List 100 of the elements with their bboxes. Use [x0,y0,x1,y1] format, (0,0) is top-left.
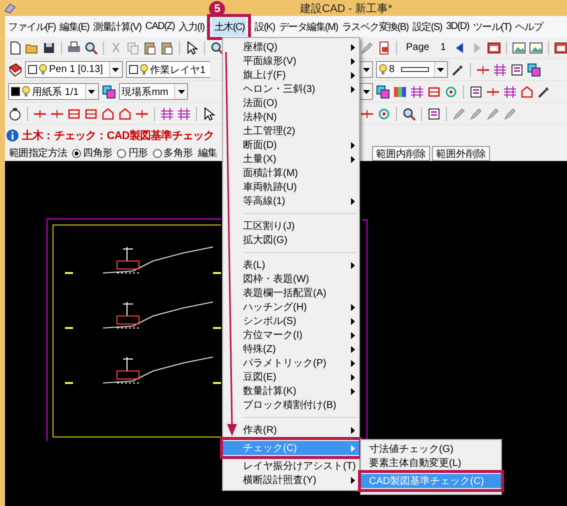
book-icon[interactable] [8,62,22,76]
menu-item[interactable]: ハッチング(H) [223,300,359,314]
menu-bar-item[interactable]: 編集(E) [58,18,92,36]
dropdown-arrow-button[interactable] [360,61,373,78]
save-icon[interactable] [42,40,56,54]
menu-item[interactable]: 面積計算(M) [223,166,359,180]
grid-icon[interactable] [410,84,424,98]
layers-icon[interactable] [526,62,541,76]
menu-bar-item[interactable]: 設定(S) [410,18,444,36]
menu-item[interactable]: 要素主体自動変更(L) [361,456,501,470]
menu-item[interactable]: 数量計算(K) [223,384,359,398]
menu-item[interactable]: シンボル(S) [223,314,359,328]
page-label: Page [406,42,430,53]
menu-item[interactable]: 土量(X) [223,152,359,166]
square-icon [28,65,37,74]
layer-dropdown[interactable]: 作業レイヤ1 [126,61,210,78]
menu-item[interactable]: 特殊(Z) [223,342,359,356]
grid-icon[interactable] [177,106,191,120]
line-width-dropdown[interactable]: 8 [376,61,448,78]
radio-option[interactable]: 円形 [117,146,148,160]
menu-item[interactable]: 方位マーク(I) [223,328,359,342]
menu-item[interactable]: 断面(D) [223,138,359,152]
menu-item[interactable]: 横断設計照査(Y) [223,473,359,487]
circle-tool-icon[interactable] [444,84,458,98]
caret-icon [363,68,370,72]
menu-item[interactable]: レイヤ振分けアシスト(T) [223,459,359,473]
menu-item[interactable]: 図枠・表題(W) [223,272,359,286]
menu-item[interactable]: ブロック積割付け(B) [223,398,359,412]
menu-item[interactable]: 法枠(N) [223,110,359,124]
cursor-icon[interactable] [185,40,199,54]
range-delete-button[interactable]: 範囲内削除 [372,146,430,160]
pentagon-tool-icon[interactable] [520,84,534,98]
menu-item[interactable]: 表(L) [223,258,359,272]
menu-bar-item[interactable]: ラスベク変換(B) [340,18,410,36]
menu-item[interactable]: 作表(R) [223,423,359,437]
picture-frame-icon[interactable] [528,40,543,54]
menu-item[interactable]: 平面線形(V) [223,54,359,68]
menu-item[interactable]: 寸法値チェック(G) [361,442,501,456]
window-icon[interactable] [486,40,501,54]
new-file-icon[interactable] [8,40,22,54]
menu-item[interactable]: 工区割り(J) [223,219,359,233]
menu-item[interactable]: 座標(Q) [223,40,359,54]
menu-item[interactable]: 等高線(1) [223,194,359,208]
menu-item[interactable]: 法面(O) [223,96,359,110]
menu-item[interactable]: ヘロン・三斜(3) [223,82,359,96]
stamp-icon[interactable] [510,62,524,76]
range-method-label: 範囲指定方法 [9,146,68,160]
grid-icon[interactable] [503,84,517,98]
menu-item[interactable]: 豆図(E) [223,370,359,384]
radio-option[interactable]: 四角形 [72,146,112,160]
magnifier-icon[interactable] [402,106,416,120]
window-title: 建設CAD - 新工事* [300,2,392,16]
clipboard-icon[interactable] [160,40,174,54]
grid-icon[interactable] [492,62,507,76]
menu-item[interactable]: 旗上げ(F) [223,68,359,82]
magnifier-icon[interactable] [210,40,222,54]
document-icon[interactable] [377,40,391,54]
paper-dropdown[interactable]: 用紙系 1/1 [8,83,99,100]
menu-bar-item[interactable]: データ編集(M) [276,18,340,36]
magnifier-icon[interactable] [84,40,98,54]
window-icon[interactable] [554,40,567,54]
pipette-icon[interactable] [537,84,551,98]
pen-dropdown[interactable]: Pen 1 [0.13] [25,61,123,78]
grid-icon[interactable] [160,106,174,120]
units-dropdown[interactable]: 現場系mm [118,83,188,100]
pentagon-tool-icon[interactable] [101,106,115,120]
menu-bar-item[interactable]: ヘルプ [513,18,545,36]
menu-bar-item[interactable]: ツール(T) [470,18,514,36]
bag-icon[interactable] [8,106,22,120]
menu-item[interactable]: 車両軌跡(U) [223,180,359,194]
stamp-icon[interactable] [427,106,441,120]
cursor-icon[interactable] [202,106,216,120]
circle-tool-icon[interactable] [377,106,391,120]
rectangle-tool-icon[interactable] [427,84,441,98]
printer-icon[interactable] [67,40,81,54]
rectangle-tool-icon[interactable] [84,106,98,120]
menu-bar-item[interactable]: 入力(I) [176,18,206,36]
rectangle-tool-icon[interactable] [67,106,81,120]
pentagon-tool-icon[interactable] [118,106,132,120]
range-delete-button[interactable]: 範囲外削除 [432,146,490,160]
menu-item[interactable]: 土工管理(2) [223,124,359,138]
layers-icon[interactable] [376,84,390,98]
menu-bar-item[interactable]: 測量計算(V) [91,18,144,36]
pipette-icon[interactable] [450,62,465,76]
palette-icon[interactable] [393,84,407,98]
menu-bar-item[interactable]: 設(K) [252,18,277,36]
menu-item[interactable]: パラメトリック(P) [223,356,359,370]
menu-bar-item[interactable]: ファイル(F) [6,18,58,36]
pencil-icon[interactable] [360,40,374,54]
picture-frame-icon[interactable] [512,40,526,54]
bulb-icon [379,64,387,75]
stamp-icon[interactable] [469,84,483,98]
dropdown-arrow-button[interactable] [360,83,373,100]
menu-item[interactable]: 表題欄一括配置(A) [223,286,359,300]
radio-option[interactable]: 多角形 [152,146,193,160]
layers-icon[interactable] [102,84,116,98]
clipboard-icon[interactable] [143,40,157,54]
menu-item[interactable]: 拡大図(G) [223,233,359,247]
menu-bar-item[interactable]: CAD(Z) [143,19,177,34]
menu-bar-item[interactable]: 3D(D) [444,19,471,34]
